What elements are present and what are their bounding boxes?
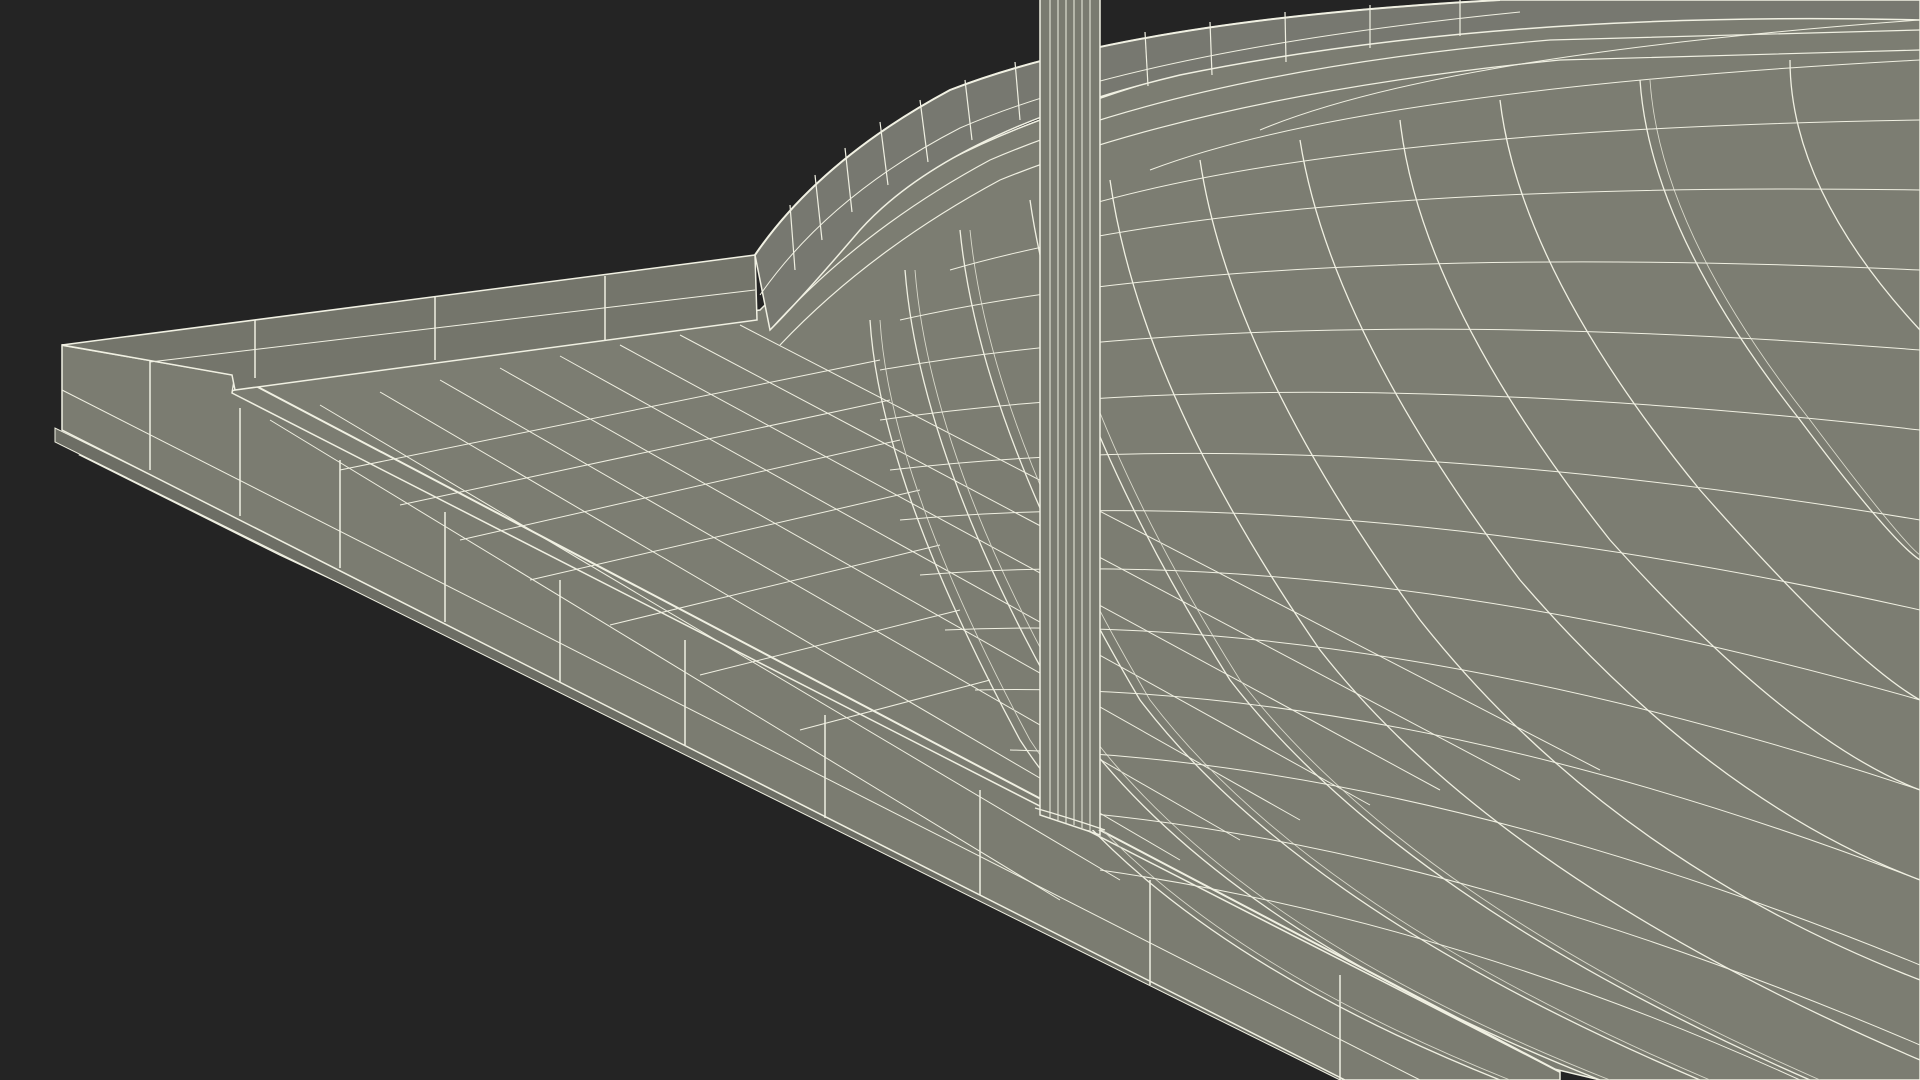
wireframe-render xyxy=(0,0,1920,1080)
vertical-pole xyxy=(1034,0,1106,837)
3d-viewport xyxy=(0,0,1920,1080)
